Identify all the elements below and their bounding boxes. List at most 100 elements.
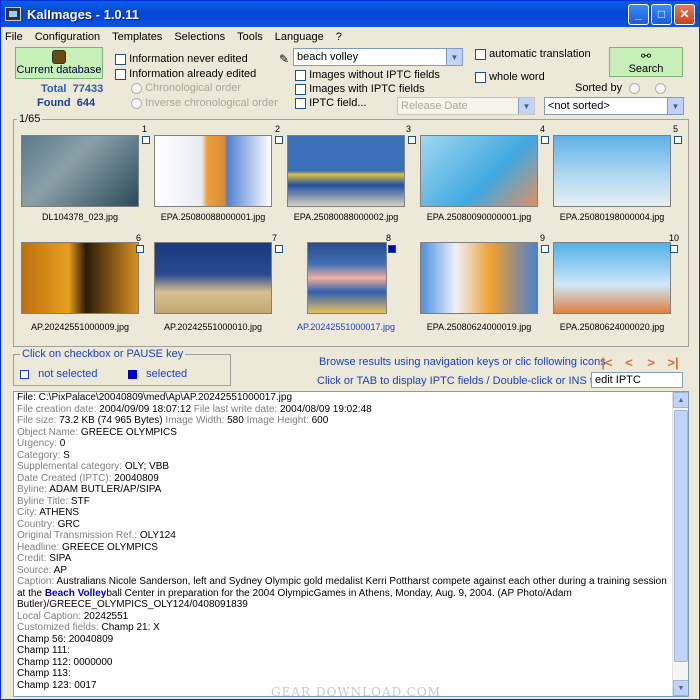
minimize-button[interactable]: _ xyxy=(628,3,649,25)
thumbnail-number: 8 xyxy=(386,233,392,243)
thumbnail-checkbox-selected[interactable] xyxy=(388,245,396,253)
maximize-button[interactable]: □ xyxy=(651,3,672,25)
details-scrollbar[interactable]: ▲ ▼ xyxy=(672,392,688,696)
first-page-icon[interactable]: |< xyxy=(599,355,615,370)
iptc-field-row: Object Name: GREECE OLYMPICS xyxy=(17,426,177,438)
without-iptc-option[interactable]: Images without IPTC fields xyxy=(295,69,440,81)
last-page-icon[interactable]: >| xyxy=(665,355,681,370)
menu-bar: File Configuration Templates Selections … xyxy=(1,27,699,47)
iptc-field-row: Source: AP xyxy=(17,564,68,576)
caption-text: Caption: Australians Nicole Sanderson, l… xyxy=(17,576,667,610)
without-iptc-checkbox[interactable] xyxy=(295,69,306,81)
search-combo[interactable]: beach volley ▼ xyxy=(293,48,463,66)
thumbnail-checkbox[interactable] xyxy=(275,245,283,253)
current-database-button[interactable]: Current database xyxy=(15,47,103,79)
whole-word-option[interactable]: whole word xyxy=(475,71,545,83)
with-iptc-option[interactable]: Images with IPTC fields xyxy=(295,83,425,95)
watermark: GEAR DOWNLOAD.COM xyxy=(271,685,441,699)
found-count: Found 644 xyxy=(37,97,96,109)
iptc-field-checkbox[interactable] xyxy=(295,97,306,109)
thumbnail-image[interactable] xyxy=(420,242,538,314)
thumbnail-image[interactable] xyxy=(21,242,139,314)
iptc-field-row: Customized fields: Champ 21: X xyxy=(17,622,160,633)
thumbnail-image[interactable] xyxy=(154,242,272,314)
iptc-field-row: Supplemental category: OLY; VBB xyxy=(17,461,170,472)
thumbnail-image[interactable] xyxy=(420,135,538,207)
sort-descending-radio[interactable] xyxy=(655,82,667,94)
selection-legend: Click on checkbox or PAUSE key not selec… xyxy=(13,348,231,386)
eraser-icon[interactable]: ✎ xyxy=(279,52,289,66)
scroll-down-icon[interactable]: ▼ xyxy=(673,680,688,696)
thumbnail-checkbox[interactable] xyxy=(142,136,150,144)
search-button[interactable]: ⚯ Search xyxy=(609,47,683,77)
thumbnail-checkbox[interactable] xyxy=(670,245,678,253)
thumbnail-image[interactable] xyxy=(154,135,272,207)
navigation-buttons: |< < > >| xyxy=(599,355,681,370)
thumbnail-image[interactable] xyxy=(287,135,405,207)
menu-file[interactable]: File xyxy=(5,31,23,43)
thumbnail-checkbox[interactable] xyxy=(275,136,283,144)
thumbnail-image[interactable] xyxy=(553,242,671,314)
thumbnail-number: 5 xyxy=(673,124,679,134)
close-button[interactable]: ✕ xyxy=(674,3,695,25)
iptc-field-row: Byline: ADAM BUTLER/AP/SIPA xyxy=(17,484,162,495)
auto-translation-checkbox[interactable] xyxy=(475,48,486,60)
chevron-down-icon[interactable]: ▼ xyxy=(518,98,534,114)
menu-language[interactable]: Language xyxy=(275,31,324,43)
thumbnail-checkbox[interactable] xyxy=(674,136,682,144)
thumbnail-number: 1 xyxy=(142,124,148,134)
iptc-field-row: Headline: GREECE OLYMPICS xyxy=(17,541,158,553)
scroll-up-icon[interactable]: ▲ xyxy=(673,392,688,408)
sort-select[interactable]: <not sorted> ▼ xyxy=(544,97,684,115)
never-edited-option[interactable]: Information never edited xyxy=(115,53,248,65)
thumbnail-image[interactable] xyxy=(307,242,387,314)
whole-word-checkbox[interactable] xyxy=(475,71,486,83)
iptc-details-panel[interactable]: File: C:\PixPalace\20040809\med\Ap\AP.20… xyxy=(13,391,689,697)
next-page-icon[interactable]: > xyxy=(643,355,659,370)
menu-configuration[interactable]: Configuration xyxy=(35,31,100,43)
thumbnail-checkbox[interactable] xyxy=(541,245,549,253)
iptc-field-row: Byline Title: STF xyxy=(17,495,90,507)
file-size: File size: 73.2 KB (74 965 Bytes) Image … xyxy=(17,415,329,426)
inverse-chronological-option[interactable]: Inverse chronological order xyxy=(131,97,278,109)
never-edited-checkbox[interactable] xyxy=(115,53,126,65)
auto-translation-option[interactable]: automatic translation xyxy=(475,48,591,60)
with-iptc-checkbox[interactable] xyxy=(295,83,306,95)
already-edited-option[interactable]: Information already edited xyxy=(115,68,256,80)
thumbnail-caption-selected: AP.20242551000017.jpg xyxy=(297,322,395,332)
legend-not-selected: not selected xyxy=(20,368,98,380)
thumbnail-caption: EPA.25080198000004.jpg xyxy=(559,212,665,222)
title-bar[interactable]: KalImages - 1.0.11 _ □ ✕ xyxy=(1,1,699,27)
thumbnail-image[interactable] xyxy=(553,135,671,207)
thumbnail-caption: AP.20242551000010.jpg xyxy=(164,322,262,332)
chronological-option[interactable]: Chronological order xyxy=(131,82,241,94)
menu-selections[interactable]: Selections xyxy=(174,31,225,43)
thumbnail-checkbox[interactable] xyxy=(541,136,549,144)
sort-select-value: <not sorted> xyxy=(548,100,610,112)
menu-templates[interactable]: Templates xyxy=(112,31,162,43)
menu-help[interactable]: ? xyxy=(336,31,342,43)
chronological-radio[interactable] xyxy=(131,82,142,94)
inverse-chronological-radio[interactable] xyxy=(131,97,142,109)
scroll-thumb[interactable] xyxy=(674,410,688,662)
thumbnail-image[interactable] xyxy=(21,135,139,207)
thumbnail-number: 10 xyxy=(669,233,680,243)
chevron-down-icon[interactable]: ▼ xyxy=(667,98,683,114)
chevron-down-icon[interactable]: ▼ xyxy=(446,49,462,65)
total-count: Total 77433 xyxy=(41,83,104,95)
thumbnail-checkbox[interactable] xyxy=(136,245,144,253)
iptc-field-row: Credit: SIPA xyxy=(17,553,72,564)
edit-iptc-field[interactable]: edit IPTC xyxy=(591,372,683,388)
already-edited-checkbox[interactable] xyxy=(115,68,126,80)
iptc-field-option[interactable]: IPTC field... xyxy=(295,97,367,109)
iptc-field-select[interactable]: Release Date ▼ xyxy=(397,97,535,115)
menu-tools[interactable]: Tools xyxy=(237,31,263,43)
previous-page-icon[interactable]: < xyxy=(621,355,637,370)
thumbnail-caption: AP.20242551000009.jpg xyxy=(31,322,129,332)
database-icon xyxy=(52,50,66,64)
legend-title: Click on checkbox or PAUSE key xyxy=(20,348,186,360)
thumbnail-gallery: 1 2 3 4 5 6 7 8 9 10 DL104378_023.jpg EP… xyxy=(13,119,689,347)
search-value: beach volley xyxy=(297,51,359,63)
sort-ascending-radio[interactable] xyxy=(629,82,641,94)
thumbnail-checkbox[interactable] xyxy=(408,136,416,144)
